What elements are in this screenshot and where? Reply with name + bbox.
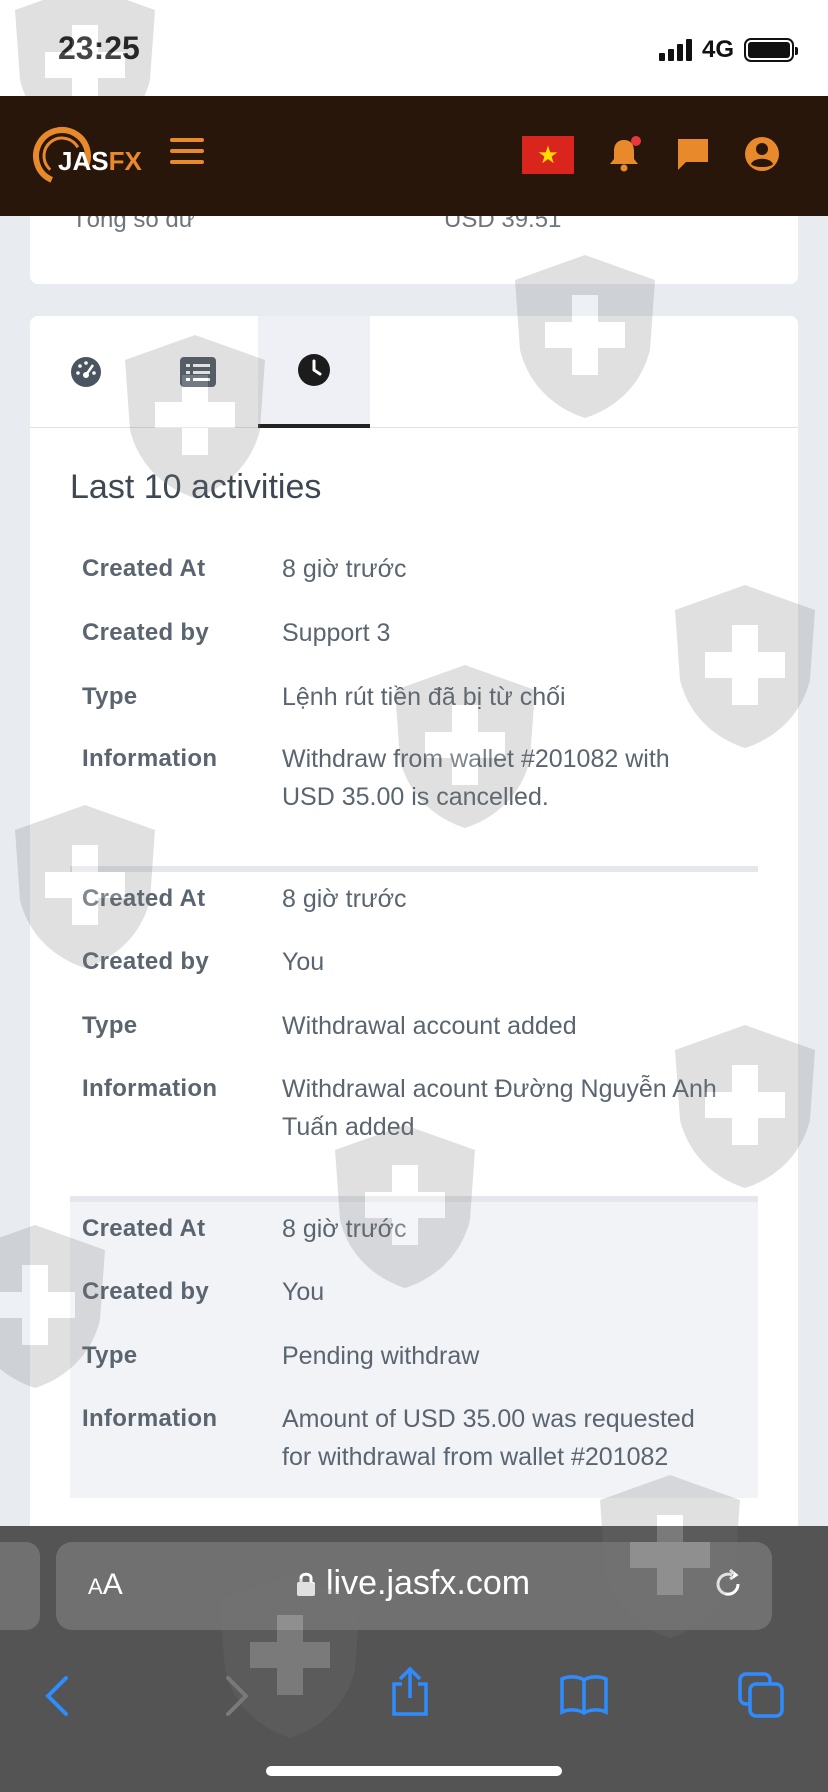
tab-dashboard[interactable]	[30, 316, 142, 428]
menu-button[interactable]	[170, 138, 204, 168]
url-text: live.jasfx.com	[326, 1564, 531, 1602]
bell-icon[interactable]	[604, 134, 644, 174]
field-value: Withdrawal account added	[282, 1012, 577, 1040]
language-flag-vietnam[interactable]: ★	[522, 136, 574, 174]
field-value: 8 giờ trước	[282, 555, 407, 583]
field-label: Type	[82, 1342, 138, 1369]
field-value: Pending withdraw	[282, 1342, 480, 1370]
tab-activities[interactable]	[258, 316, 370, 428]
tab-bar	[30, 316, 798, 428]
field-label: Created by	[82, 619, 210, 646]
field-value: Withdraw from wallet #201082 with USD 35…	[282, 745, 670, 811]
dashboard-icon	[71, 357, 101, 387]
forward-icon[interactable]	[222, 1674, 252, 1718]
activity-item: Created At 8 giờ trước Created by Suppor…	[70, 550, 758, 850]
signal-icon	[658, 39, 692, 61]
chat-icon[interactable]	[673, 134, 713, 174]
user-account-icon[interactable]	[742, 134, 782, 174]
field-label: Information	[82, 1405, 218, 1432]
section-title: Last 10 activities	[70, 468, 322, 506]
field-label: Information	[82, 745, 218, 772]
logo-text: JASFX	[58, 146, 142, 177]
field-value: Withdrawal acount Đường Nguyễn Anh Tuấn …	[282, 1075, 717, 1141]
field-value: Lệnh rút tiền đã bị từ chối	[282, 683, 566, 711]
field-label: Type	[82, 1012, 138, 1039]
activity-item: Created At 8 giờ trước Created by You Ty…	[70, 880, 758, 1180]
tabs-icon[interactable]	[736, 1670, 786, 1720]
field-label: Created by	[82, 1278, 210, 1305]
list-icon	[180, 357, 216, 387]
field-label: Type	[82, 683, 138, 710]
field-value: Amount of USD 35.00 was requested for wi…	[282, 1405, 695, 1471]
bookmarks-icon[interactable]	[558, 1672, 610, 1716]
app-header: JASFX ★	[0, 96, 828, 216]
reload-icon[interactable]	[710, 1566, 746, 1602]
field-value: 8 giờ trước	[282, 1215, 407, 1243]
status-bar: 23:25 4G	[0, 0, 828, 96]
logo-accent-text: FX	[108, 146, 142, 176]
network-type: 4G	[701, 36, 734, 63]
field-value: Support 3	[282, 619, 391, 647]
divider	[70, 866, 758, 872]
field-label: Created At	[82, 1215, 206, 1242]
field-value: You	[282, 1278, 325, 1306]
logo-main-text: JAS	[58, 146, 109, 176]
clock-icon	[298, 354, 330, 386]
tab-list[interactable]	[142, 316, 254, 428]
field-label: Information	[82, 1075, 218, 1102]
text-size-large-glyph: A	[102, 1568, 123, 1601]
activity-item: Created At 8 giờ trước Created by You Ty…	[70, 1202, 758, 1498]
battery-icon	[744, 38, 798, 62]
text-size-small-glyph: A	[88, 1574, 103, 1599]
status-indicators: 4G	[658, 36, 798, 64]
field-value: You	[282, 948, 325, 976]
browser-toolbar: AA live.jasfx.com	[0, 1526, 828, 1792]
text-size-button[interactable]: AA	[88, 1568, 123, 1602]
address-bar[interactable]: AA live.jasfx.com	[56, 1542, 772, 1630]
field-label: Created At	[82, 885, 206, 912]
url-display[interactable]: live.jasfx.com	[296, 1564, 530, 1603]
field-value: 8 giờ trước	[282, 885, 407, 913]
activities-card: Last 10 activities Created At 8 giờ trướ…	[30, 316, 798, 1556]
status-time: 23:25	[58, 30, 140, 66]
home-indicator[interactable]	[266, 1766, 562, 1776]
back-icon[interactable]	[42, 1674, 72, 1718]
lock-icon	[297, 1572, 315, 1596]
share-icon[interactable]	[388, 1666, 432, 1718]
previous-tab-edge[interactable]	[0, 1542, 40, 1630]
field-label: Created by	[82, 948, 210, 975]
field-label: Created At	[82, 555, 206, 582]
